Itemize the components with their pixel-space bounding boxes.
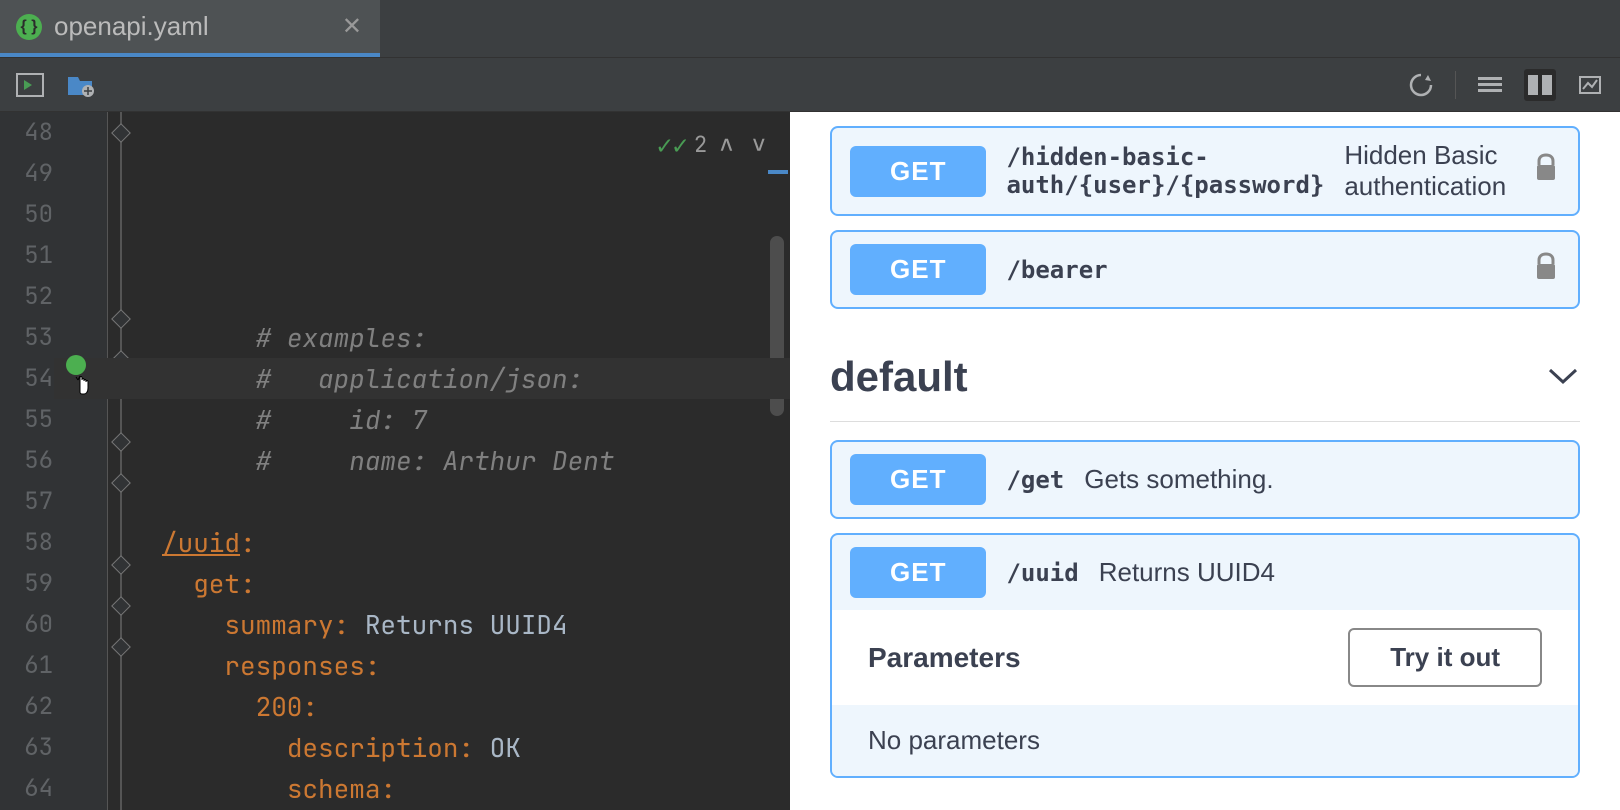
line-number: 50 (0, 194, 107, 235)
line-number: 59 (0, 563, 107, 604)
opblock[interactable]: GET/uuid Returns UUID4 Parameters Try it ou… (830, 533, 1580, 778)
line-number: 60 (0, 604, 107, 645)
close-tab-icon[interactable]: ✕ (342, 12, 362, 41)
swagger-preview: GET/hidden-basic-auth/{user}/{password} H… (790, 112, 1620, 810)
inspection-count: 2 (694, 124, 707, 165)
code-line[interactable] (162, 481, 790, 522)
chevron-down-icon[interactable]: ∨ (746, 124, 772, 165)
method-badge: GET (850, 146, 986, 197)
inspections-widget[interactable]: ✓✓ 2 ∧ ∨ (657, 124, 772, 165)
code-line[interactable]: # examples: (162, 317, 790, 358)
run-panel-button[interactable] (14, 69, 46, 101)
inspection-checks-icon: ✓✓ (657, 124, 688, 165)
code-line[interactable]: responses: (162, 645, 790, 686)
line-number: 58 (0, 522, 107, 563)
line-number: 56 (0, 440, 107, 481)
code-line[interactable]: summary: Returns UUID4 (162, 604, 790, 645)
line-number: 62 (0, 686, 107, 727)
method-badge: GET (850, 454, 986, 505)
toolbar-divider (1455, 71, 1456, 99)
opblock-summary[interactable]: GET/bearer (832, 232, 1578, 307)
line-number: 52 (0, 276, 107, 317)
parameters-label: Parameters (868, 642, 1021, 674)
tab-filename: openapi.yaml (54, 11, 209, 42)
code-line[interactable]: schema: (162, 768, 790, 809)
lock-icon[interactable] (1532, 152, 1560, 190)
code-line[interactable]: get: (162, 563, 790, 604)
line-number: 55 (0, 399, 107, 440)
code-line[interactable]: description: OK (162, 727, 790, 768)
lock-icon[interactable] (1532, 251, 1560, 289)
line-number: 57 (0, 481, 107, 522)
no-parameters-text: No parameters (832, 705, 1578, 776)
opblock[interactable]: GET/hidden-basic-auth/{user}/{password} H… (830, 126, 1580, 216)
op-path: /uuid (1006, 559, 1078, 587)
opblock[interactable]: GET/get Gets something. (830, 440, 1580, 519)
split-view-button[interactable] (1524, 69, 1556, 101)
editor-tab[interactable]: { } openapi.yaml ✕ (0, 0, 380, 57)
editor-toolbar (0, 58, 1620, 112)
method-badge: GET (850, 244, 986, 295)
line-number: 61 (0, 645, 107, 686)
editor-gutter: 4849505152535455565758596061626364 (0, 112, 108, 810)
op-path: /get (1006, 466, 1064, 494)
code-line[interactable]: /uuid: (162, 522, 790, 563)
method-badge: GET (850, 547, 986, 598)
line-number: 64 (0, 768, 107, 809)
chevron-up-icon[interactable]: ∧ (713, 124, 739, 165)
editor-view-button[interactable] (1474, 69, 1506, 101)
line-number: 48 (0, 112, 107, 153)
code-line[interactable]: # application/json: (162, 358, 790, 399)
line-number: 53 (0, 317, 107, 358)
refresh-icon[interactable] (1405, 69, 1437, 101)
op-description: Gets something. (1084, 464, 1273, 495)
line-number: 51 (0, 235, 107, 276)
parameters-bar: Parameters Try it out (832, 610, 1578, 705)
chevron-down-icon (1546, 360, 1580, 394)
line-number: 49 (0, 153, 107, 194)
generate-button[interactable] (64, 69, 96, 101)
opblock-summary[interactable]: GET/uuid Returns UUID4 (832, 535, 1578, 610)
op-path: /bearer (1006, 256, 1107, 284)
opblock-summary[interactable]: GET/hidden-basic-auth/{user}/{password} H… (832, 128, 1578, 214)
tag-section-header[interactable]: default (830, 323, 1580, 422)
op-description: Hidden Basic authentication (1344, 140, 1512, 202)
pointer-cursor-icon (74, 370, 96, 396)
tab-bar: { } openapi.yaml ✕ (0, 0, 1620, 58)
preview-view-button[interactable] (1574, 69, 1606, 101)
code-editor[interactable]: 4849505152535455565758596061626364 ✓✓ 2 … (0, 112, 790, 810)
opblock[interactable]: GET/bearer (830, 230, 1580, 309)
code-line[interactable]: # name: Arthur Dent (162, 440, 790, 481)
scroll-marker (768, 170, 788, 174)
tag-name: default (830, 353, 968, 401)
code-line[interactable]: # id: 7 (162, 399, 790, 440)
op-path: /hidden-basic-auth/{user}/{password} (1006, 143, 1324, 199)
opblock-summary[interactable]: GET/get Gets something. (832, 442, 1578, 517)
code-line[interactable]: 200: (162, 686, 790, 727)
openapi-file-icon: { } (16, 14, 42, 40)
op-description: Returns UUID4 (1099, 557, 1275, 588)
line-number: 63 (0, 727, 107, 768)
try-it-out-button[interactable]: Try it out (1348, 628, 1542, 687)
